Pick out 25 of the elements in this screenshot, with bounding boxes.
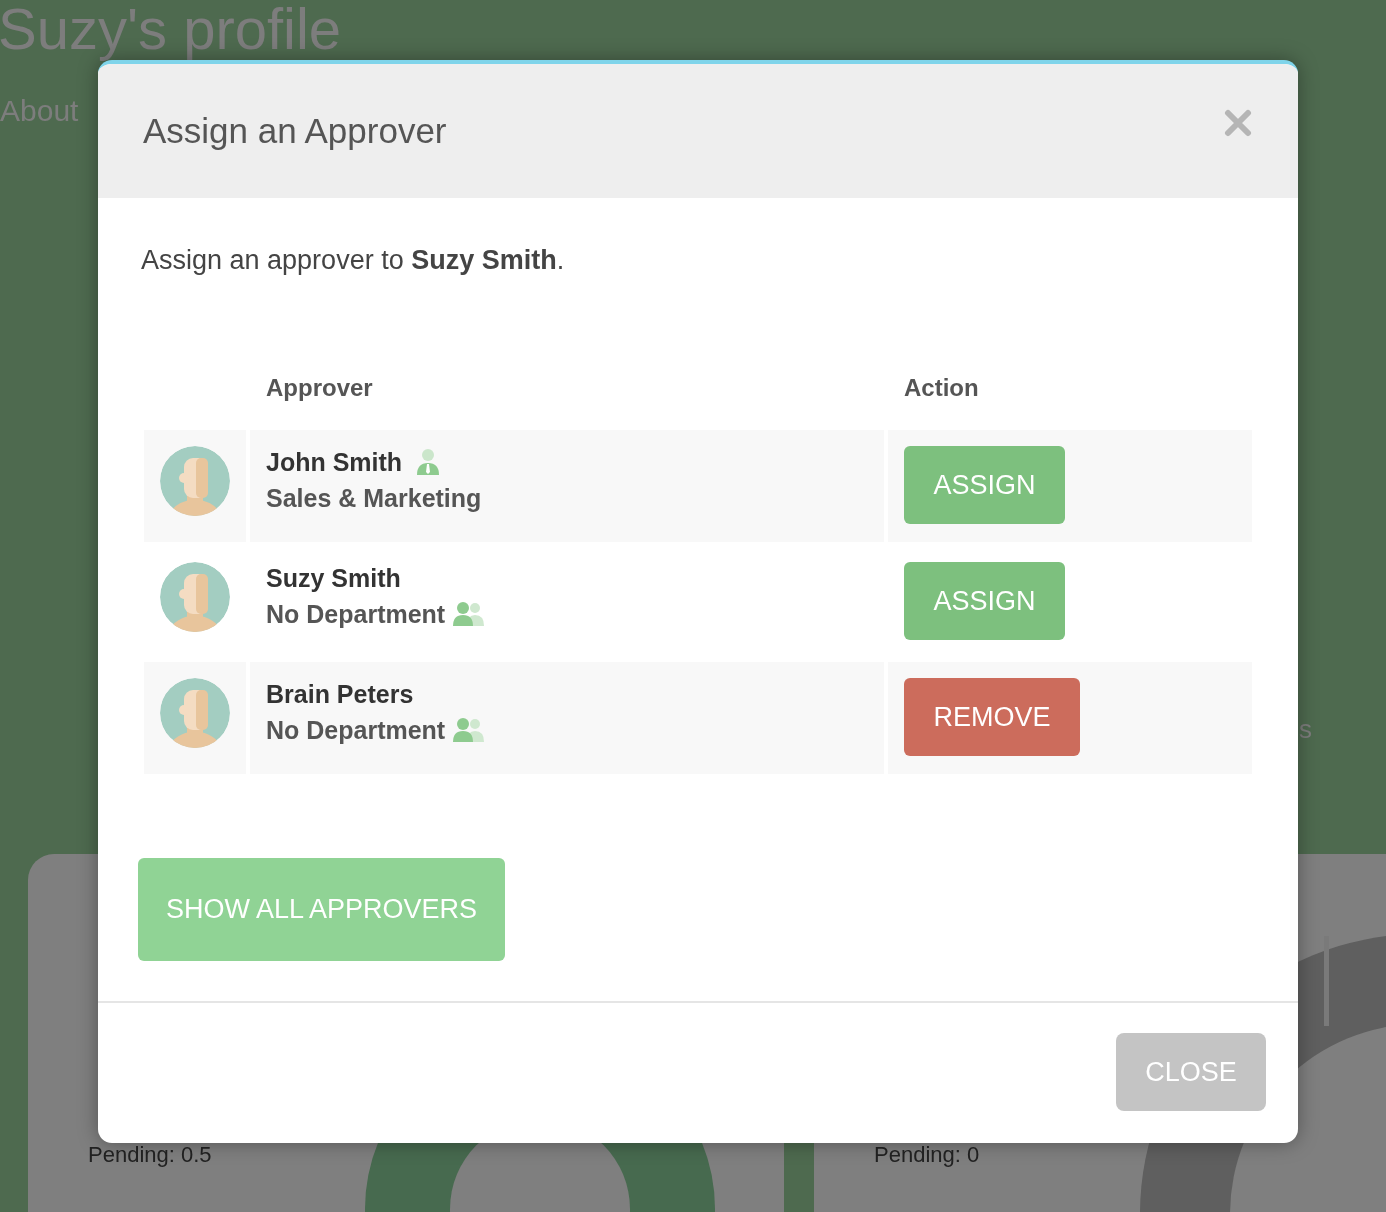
avatar-icon xyxy=(160,446,230,516)
card-text: Pending: 0 xyxy=(874,1144,981,1166)
close-icon xyxy=(1224,109,1252,137)
close-button[interactable]: CLOSE xyxy=(1116,1033,1266,1111)
people-icon xyxy=(453,718,486,742)
assign-button[interactable]: ASSIGN xyxy=(904,446,1065,524)
show-all-button[interactable]: SHOW ALL APPROVERS xyxy=(138,858,505,961)
close-button[interactable] xyxy=(1224,109,1252,137)
people-icon xyxy=(453,602,486,626)
avatar-icon xyxy=(160,562,230,632)
person-icon xyxy=(416,449,441,475)
department-text: No Department xyxy=(266,716,446,744)
approver-name: Brain Peters xyxy=(266,680,414,708)
column-header: Approver xyxy=(266,374,373,401)
modal-title: Assign an Approver xyxy=(143,109,447,152)
department-text: No Department xyxy=(266,600,446,628)
avatar-icon xyxy=(160,678,230,748)
assign-button[interactable]: ASSIGN xyxy=(904,562,1065,640)
department-text: Sales & Marketing xyxy=(266,484,482,512)
intro-text: Assign an approver to Suzy Smith. xyxy=(141,247,566,274)
approver-name: John Smith xyxy=(266,448,403,476)
column-header: Action xyxy=(904,374,979,401)
remove-button[interactable]: REMOVE xyxy=(904,678,1080,756)
card-text: Pending: 0.5 xyxy=(88,1144,213,1166)
approver-name: Suzy Smith xyxy=(266,564,401,592)
